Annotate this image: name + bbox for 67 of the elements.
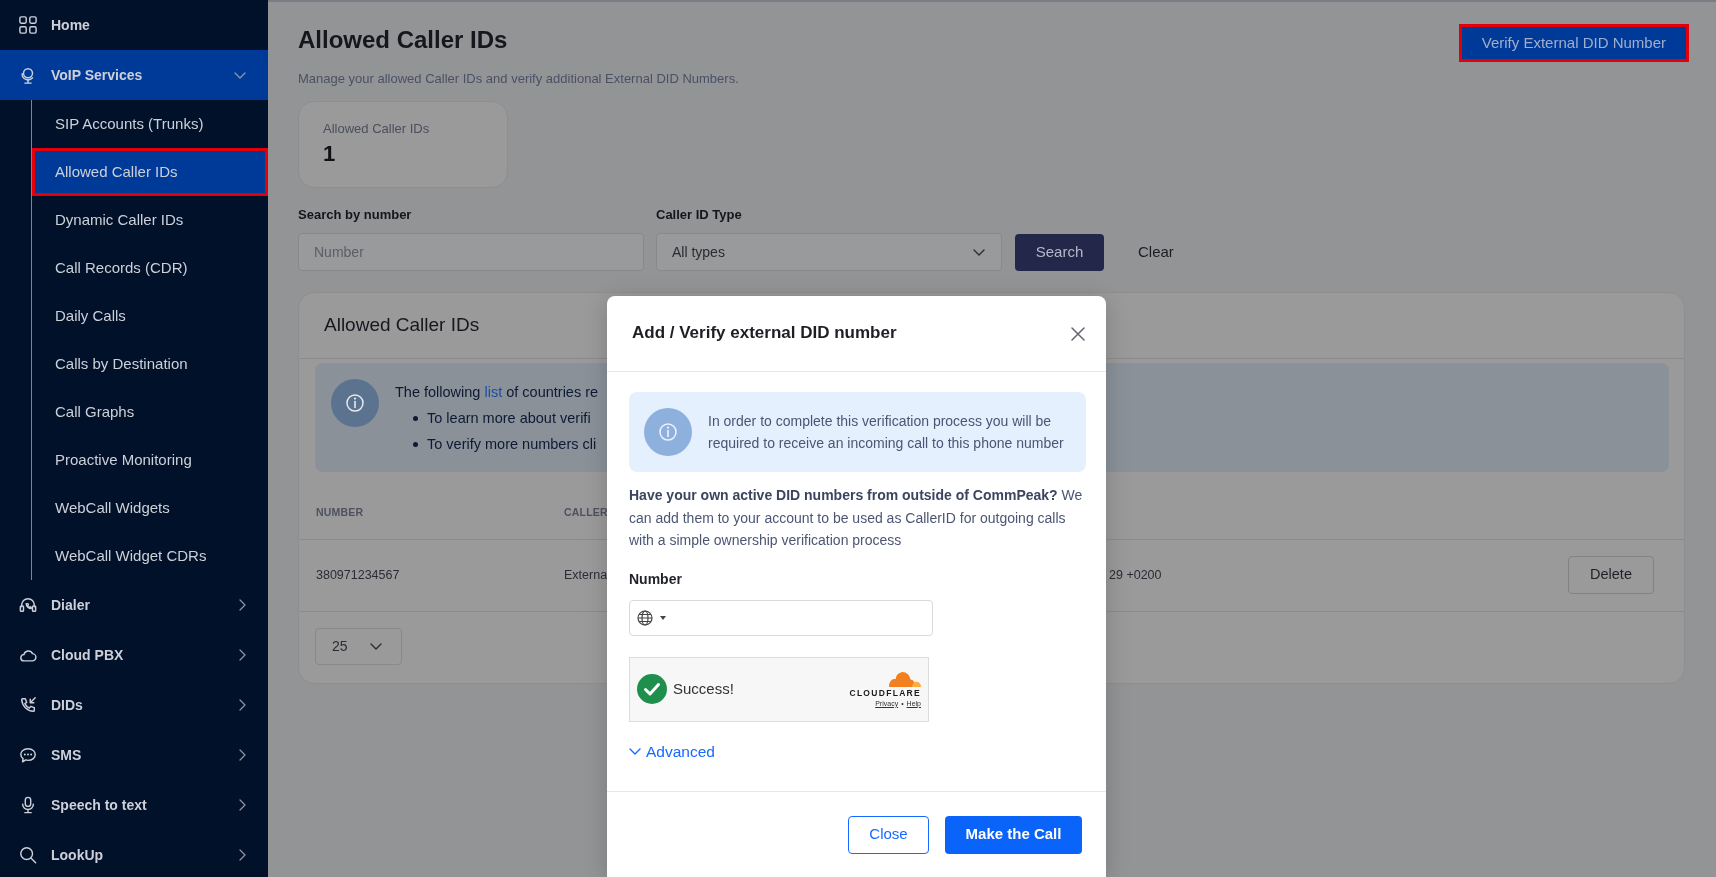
close-icon bbox=[1071, 326, 1085, 341]
chevron-down-icon bbox=[973, 248, 985, 256]
make-call-button[interactable]: Make the Call bbox=[945, 815, 1082, 854]
close-button[interactable] bbox=[1070, 325, 1086, 342]
notice-text: The following list of countries re bbox=[395, 383, 599, 402]
sidebar-item[interactable]: DIDs bbox=[0, 680, 268, 730]
info-icon bbox=[644, 408, 692, 456]
sidebar-subitem[interactable]: WebCall Widget CDRs bbox=[32, 532, 268, 580]
chevron-down-icon bbox=[370, 642, 382, 650]
headset-icon bbox=[19, 596, 37, 614]
sidebar-item[interactable]: Cloud PBX bbox=[0, 630, 268, 680]
sidebar-subitem[interactable]: Dynamic Caller IDs bbox=[32, 196, 268, 244]
table-cell: Externa bbox=[564, 567, 608, 582]
sidebar-item[interactable]: Dialer bbox=[0, 580, 268, 630]
table-cell: 380971234567 bbox=[316, 567, 400, 582]
info-icon bbox=[331, 379, 379, 427]
brand-wordmark: CLOUDFLARE bbox=[849, 687, 921, 698]
column-header: CALLER bbox=[564, 505, 608, 518]
card-title: Allowed Caller IDs bbox=[324, 313, 480, 338]
clear-button[interactable]: Clear bbox=[1116, 234, 1196, 271]
phone-arrow-icon bbox=[19, 696, 37, 714]
bullet-icon bbox=[413, 415, 418, 421]
delete-button[interactable]: Delete bbox=[1568, 556, 1654, 594]
stat-label: Allowed Caller IDs bbox=[323, 121, 431, 137]
page-size-select[interactable]: 25 bbox=[315, 627, 402, 665]
verify-number-button[interactable]: Verify External DID Number bbox=[1458, 24, 1689, 62]
table-cell: 29 +0200 bbox=[1109, 567, 1162, 582]
field-label: Search by number bbox=[298, 206, 413, 224]
advanced-toggle[interactable]: Advanced bbox=[629, 740, 715, 763]
caret-down-icon bbox=[660, 615, 666, 620]
field-label: Caller ID Type bbox=[656, 206, 743, 224]
sidebar-subitem[interactable]: Proactive Monitoring bbox=[32, 436, 268, 484]
notice-bullet-text: To verify more numbers cli bbox=[427, 435, 597, 454]
captcha-status: Success! bbox=[673, 678, 735, 699]
page-subtitle: Manage your allowed Caller IDs and verify additional External DID Numbers. bbox=[298, 70, 739, 88]
info-text: In order to complete this verification process you will be required to receive an incoming call to this phone number bbox=[708, 412, 1065, 453]
sidebar-subitem[interactable]: Call Graphs bbox=[32, 388, 268, 436]
sidebar-item[interactable]: LookUp bbox=[0, 830, 268, 877]
search-button[interactable]: Search bbox=[1015, 234, 1104, 271]
field-label: Number bbox=[629, 569, 683, 589]
bullet-icon bbox=[413, 441, 418, 447]
chat-bubble-icon bbox=[19, 746, 37, 764]
sidebar-subitem[interactable]: Call Records (CDR) bbox=[32, 244, 268, 292]
sidebar-item[interactable]: SMS bbox=[0, 730, 268, 780]
intro-paragraph: Have your own active DID numbers from outside of CommPeak? We can add them to your account to be used as CallerID for outgoing calls with a simple ownership verification process bbox=[629, 486, 1084, 550]
sidebar-subitem[interactable]: Calls by Destination bbox=[32, 340, 268, 388]
sidebar-subitem[interactable]: Daily Calls bbox=[32, 292, 268, 340]
sidebar-item[interactable]: Home bbox=[0, 0, 268, 50]
sidebar-subitem[interactable]: WebCall Widgets bbox=[32, 484, 268, 532]
notice-bullet-text: To learn more about verifi bbox=[427, 409, 591, 428]
grid-icon bbox=[19, 16, 37, 34]
stat-value: 1 bbox=[323, 140, 337, 168]
close-button[interactable]: Close bbox=[848, 815, 929, 854]
microphone-icon bbox=[19, 796, 37, 814]
phone-number-field[interactable] bbox=[629, 599, 933, 636]
column-header: NUMBER bbox=[316, 505, 364, 518]
search-icon bbox=[19, 846, 37, 864]
globe-icon bbox=[637, 609, 653, 626]
sidebar-item[interactable]: Speech to text bbox=[0, 780, 268, 830]
country-picker[interactable] bbox=[637, 609, 666, 626]
dialog-title: Add / Verify external DID number bbox=[632, 323, 897, 344]
caller-id-type-select[interactable]: All types bbox=[656, 233, 1002, 271]
sidebar-subitem[interactable]: Allowed Caller IDs bbox=[32, 148, 268, 196]
search-number-field[interactable]: Number bbox=[298, 233, 644, 271]
page-title: Allowed Caller IDs bbox=[298, 25, 509, 55]
sidebar-subitem[interactable]: SIP Accounts (Trunks) bbox=[32, 100, 268, 148]
sidebar-item[interactable]: VoIP Services bbox=[0, 50, 268, 100]
